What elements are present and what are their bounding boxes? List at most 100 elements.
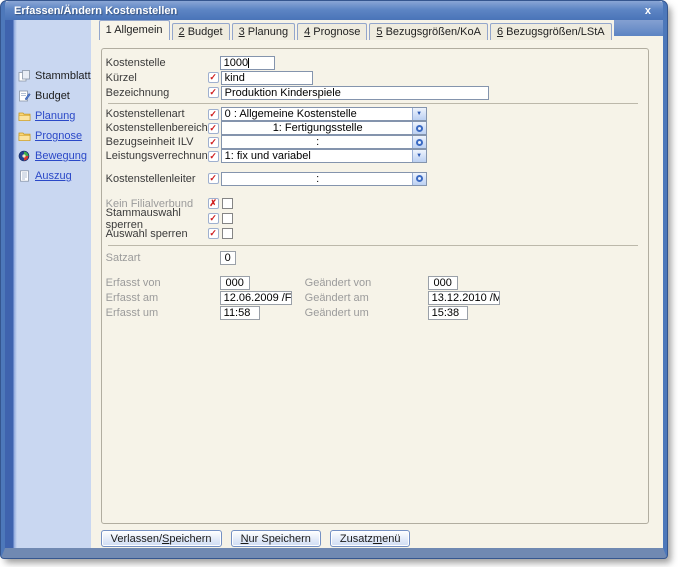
kostenstellenleiter-label: Kostenstellenleiter	[106, 173, 208, 185]
satzart-label: Satzart	[106, 252, 220, 264]
kostenstellenart-label: Kostenstellenart	[106, 108, 208, 120]
kuerzel-label: Kürzel	[106, 72, 208, 84]
check-icon[interactable]: ✓	[208, 87, 219, 98]
main-area: 1 Allgemein 2 Budget 3 Planung 4 Prognos…	[91, 20, 663, 548]
lookup-icon[interactable]	[412, 173, 426, 185]
button-label: Zusatz	[340, 533, 373, 545]
separator	[108, 245, 638, 246]
geaendert-am-value: 13.12.2010 /Mo	[432, 292, 500, 304]
window-titlebar[interactable]: Erfassen/Ändern Kostenstellen x	[5, 1, 663, 20]
tab-allgemein[interactable]: 1 Allgemein	[99, 20, 170, 40]
sidebar-item-bewegung[interactable]: Bewegung	[5, 146, 91, 166]
check-icon[interactable]: ✓	[208, 213, 219, 224]
check-icon[interactable]: ✓	[208, 151, 219, 162]
tab-planung[interactable]: 3 Planung	[232, 23, 296, 40]
satzart-value: 0	[225, 252, 231, 264]
lookup-icon[interactable]	[412, 136, 426, 148]
kuerzel-input[interactable]: kind	[221, 71, 313, 85]
erfasst-am-label: Erfasst am	[106, 292, 220, 304]
tab-label-rest: Planung	[245, 26, 288, 38]
kostenstellenleiter-select[interactable]: :	[221, 172, 427, 186]
kein-filialverbund-checkbox[interactable]	[222, 198, 233, 209]
budget-icon	[18, 90, 31, 102]
nur-speichern-button[interactable]: Nur Speichern	[231, 530, 321, 547]
kostenstellenleiter-value: :	[316, 173, 319, 185]
erfasst-um-label: Erfasst um	[106, 307, 220, 319]
auswahl-sperren-label: Auswahl sperren	[106, 228, 208, 240]
button-mnemonic: m	[373, 533, 382, 545]
bezugseinheit-ilv-select[interactable]: :	[221, 135, 427, 149]
sidebar-item-label: Planung	[35, 110, 75, 122]
folder-icon	[18, 130, 31, 142]
erfasst-um-field: 11:58	[220, 306, 260, 320]
kostenstellenbereich-select[interactable]: 1: Fertigungsstelle	[221, 121, 427, 135]
sidebar-item-budget[interactable]: Budget	[5, 86, 91, 106]
cross-icon[interactable]: ✗	[208, 198, 219, 209]
erfasst-von-label: Erfasst von	[106, 277, 220, 289]
bezugseinheit-ilv-label: Bezugseinheit ILV	[106, 136, 208, 148]
tab-bar: 1 Allgemein 2 Budget 3 Planung 4 Prognos…	[91, 20, 663, 40]
geaendert-von-label: Geändert von	[305, 277, 427, 289]
erfasst-von-field: 000	[220, 276, 250, 290]
erfasst-am-field: 12.06.2009 /Fr	[220, 291, 292, 305]
lookup-ring-icon	[416, 139, 423, 146]
erfasst-um-value: 11:58	[224, 307, 251, 319]
sidebar-item-auszug[interactable]: Auszug	[5, 166, 91, 186]
sidebar-item-label: Stammblatt	[35, 70, 91, 82]
motion-icon	[18, 150, 31, 162]
button-label-rest: ur Speichern	[249, 533, 311, 545]
zusatzmenu-button[interactable]: Zusatzmenü	[330, 530, 411, 547]
sidebar-item-planung[interactable]: Planung	[5, 106, 91, 126]
auswahl-sperren-checkbox[interactable]	[222, 228, 233, 239]
tab-label: 1 Allgemein	[106, 24, 163, 36]
leistungsverrechnung-select[interactable]: 1: fix und variabel▼	[221, 149, 427, 163]
folder-icon	[18, 110, 31, 122]
geaendert-von-value: 000	[433, 277, 451, 289]
stammauswahl-sperren-checkbox[interactable]	[222, 213, 233, 224]
form-panel: Kostenstelle 1000 Kürzel ✓ kind Bezeichn…	[101, 48, 649, 524]
check-icon[interactable]: ✓	[208, 123, 219, 134]
bezeichnung-input[interactable]: Produktion Kinderspiele	[221, 86, 489, 100]
tab-label-rest: Bezugsgrößen/LStA	[503, 26, 605, 38]
button-label-rest: peichern	[169, 533, 211, 545]
tab-bezugsgroessen-lsta[interactable]: 6 Bezugsgrößen/LStA	[490, 23, 612, 40]
geaendert-um-label: Geändert um	[305, 307, 427, 319]
close-icon[interactable]: x	[642, 5, 654, 17]
dropdown-arrow-icon[interactable]: ▼	[412, 108, 426, 120]
check-icon[interactable]: ✓	[208, 109, 219, 120]
sidebar-item-label: Budget	[35, 90, 70, 102]
tab-bezugsgroessen-koa[interactable]: 5 Bezugsgrößen/KoA	[369, 23, 488, 40]
tab-budget[interactable]: 2 Budget	[172, 23, 230, 40]
check-icon[interactable]: ✓	[208, 228, 219, 239]
lookup-icon[interactable]	[412, 122, 426, 134]
sidebar-item-label: Bewegung	[35, 150, 87, 162]
kostenstelle-label: Kostenstelle	[106, 57, 220, 69]
geaendert-um-value: 15:38	[432, 307, 460, 319]
satzart-field: 0	[220, 251, 236, 265]
dropdown-arrow-icon[interactable]: ▼	[412, 150, 426, 162]
tabstrip-filler	[614, 20, 663, 36]
kostenstellenbereich-value: 1: Fertigungsstelle	[273, 122, 363, 134]
kostenstellenart-select[interactable]: 0 : Allgemeine Kostenstelle ▼	[221, 107, 427, 121]
geaendert-am-label: Geändert am	[305, 292, 427, 304]
tab-prognose[interactable]: 4 Prognose	[297, 23, 367, 40]
bezeichnung-label: Bezeichnung	[106, 87, 208, 99]
kostenstellenbereich-label: Kostenstellenbereich	[106, 122, 208, 134]
button-label-rest: enü	[382, 533, 400, 545]
kostenstelle-input[interactable]: 1000	[220, 56, 275, 70]
erfasst-von-value: 000	[225, 277, 243, 289]
lookup-ring-icon	[416, 175, 423, 182]
check-icon[interactable]: ✓	[208, 137, 219, 148]
separator	[108, 103, 638, 104]
button-bar: Verlassen/Speichern Nur Speichern Zusatz…	[101, 530, 649, 547]
document-icon	[18, 170, 31, 182]
sidebar-item-prognose[interactable]: Prognose	[5, 126, 91, 146]
erfassen-aendern-kostenstellen-window: Erfassen/Ändern Kostenstellen x Stammbla…	[1, 1, 667, 558]
kostenstellenart-value: 0 : Allgemeine Kostenstelle	[225, 108, 357, 120]
geaendert-am-field: 13.12.2010 /Mo	[428, 291, 500, 305]
check-icon[interactable]: ✓	[208, 173, 219, 184]
sidebar-item-stammblatt[interactable]: Stammblatt	[5, 66, 91, 86]
verlassen-speichern-button[interactable]: Verlassen/Speichern	[101, 530, 222, 547]
sidebar-item-label: Prognose	[35, 130, 82, 142]
check-icon[interactable]: ✓	[208, 72, 219, 83]
